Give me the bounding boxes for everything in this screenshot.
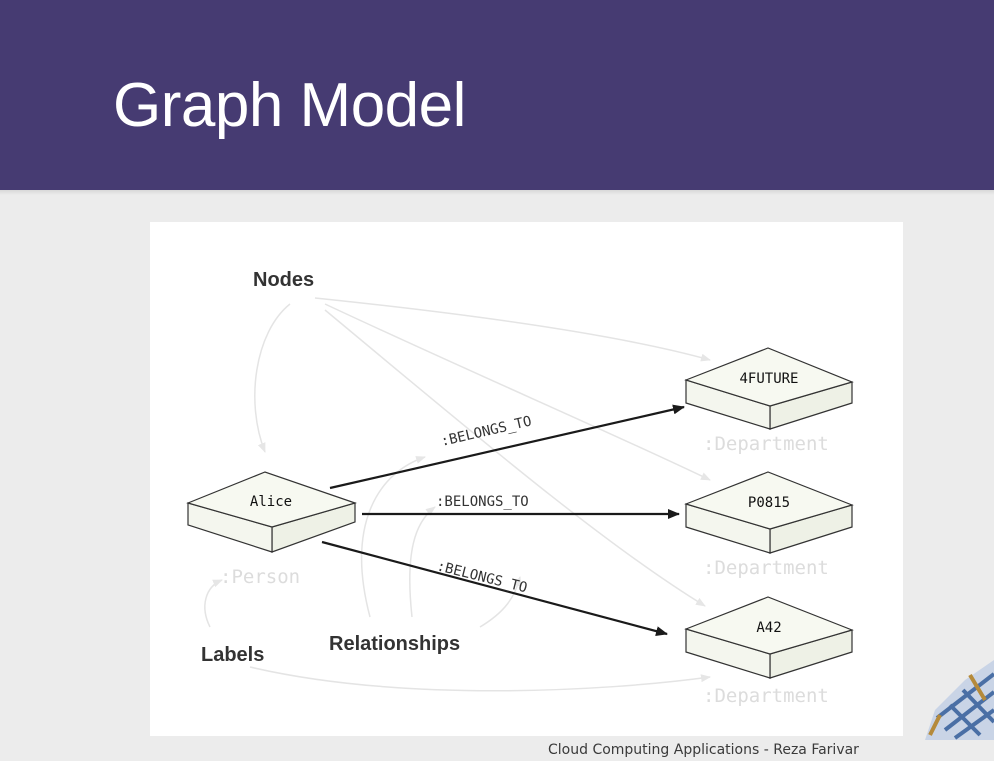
node-label-department-3: :Department	[703, 685, 829, 707]
slide-footer: Cloud Computing Applications - Reza Fari…	[548, 742, 859, 758]
presenter-video-thumbnail	[925, 660, 994, 740]
annotation-relationships: Relationships	[329, 633, 460, 655]
node-4future: 4FUTURE	[684, 347, 854, 430]
node-name-p0815: P0815	[748, 495, 790, 511]
node-label-person: :Person	[220, 566, 300, 588]
node-name-4future: 4FUTURE	[739, 371, 798, 387]
node-a42: A42	[684, 596, 854, 679]
node-p0815: P0815	[684, 471, 854, 554]
graph-model-diagram: :BELONGS_TO :BELONGS_TO :BELONGS_TO Alic…	[186, 269, 854, 707]
node-alice: Alice	[186, 471, 357, 553]
node-label-department-1: :Department	[703, 433, 829, 455]
relationship-label-a42: :BELONGS_TO	[435, 558, 529, 596]
node-name-alice: Alice	[250, 494, 292, 510]
annotation-labels: Labels	[201, 644, 264, 666]
slide-title: Graph Model	[113, 71, 466, 140]
slide-header: Graph Model	[0, 0, 994, 195]
node-label-department-2: :Department	[703, 557, 829, 579]
annotation-nodes: Nodes	[253, 269, 314, 291]
diagram-panel: :BELONGS_TO :BELONGS_TO :BELONGS_TO Alic…	[150, 222, 903, 736]
relationship-label-p0815: :BELONGS_TO	[436, 494, 529, 510]
node-name-a42: A42	[756, 620, 781, 636]
